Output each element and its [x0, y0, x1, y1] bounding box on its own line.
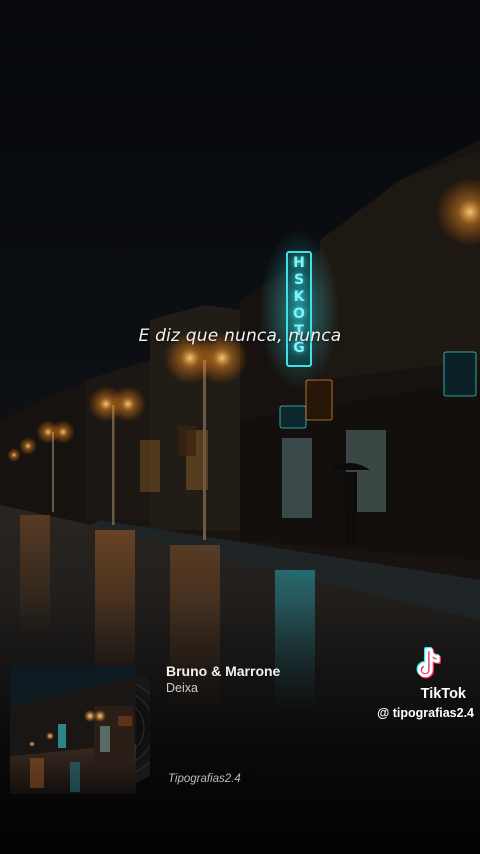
- video-frame[interactable]: HSKOTG E diz que nunca, nunca Bruno & Ma…: [0, 0, 480, 854]
- album-art: [10, 666, 174, 794]
- watermark-credit: Tipografias2.4: [168, 773, 241, 785]
- lyric-caption: E diz que nunca, nunca: [138, 326, 342, 346]
- tiktok-username: @ tipografias2.4: [377, 706, 474, 720]
- music-album-card[interactable]: [10, 666, 174, 794]
- song-artist[interactable]: Deixa: [166, 681, 198, 695]
- song-title[interactable]: Bruno & Marrone: [166, 663, 280, 679]
- tiktok-logo-icon: [416, 647, 441, 679]
- tiktok-watermark: TikTok @ tipografias2.4: [354, 646, 474, 726]
- neon-sign: HSKOTG: [289, 255, 309, 363]
- tiktok-brand: TikTok: [420, 686, 466, 702]
